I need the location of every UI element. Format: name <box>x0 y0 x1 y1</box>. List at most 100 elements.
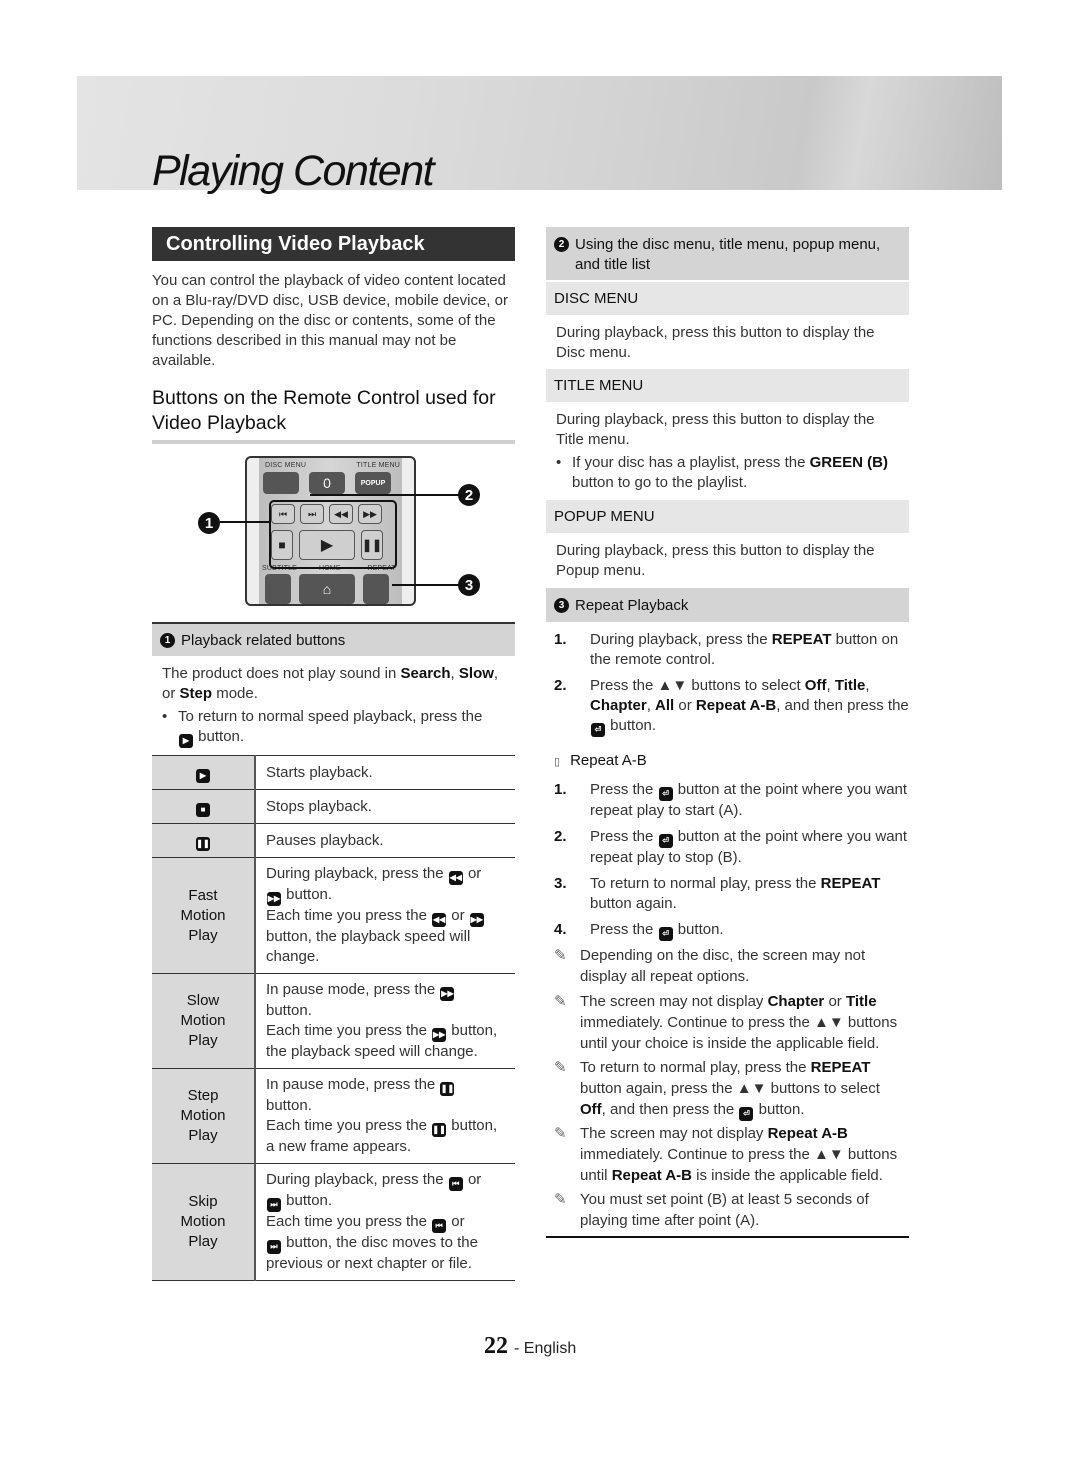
sub-heading: Buttons on the Remote Control used for V… <box>152 386 515 444</box>
skip-forward-icon: ⏭ <box>267 1240 281 1254</box>
callout-3: 3 <box>458 574 480 596</box>
page-title: Playing Content <box>152 147 435 195</box>
title-menu-heading: TITLE MENU <box>546 369 909 402</box>
playback-heading-text: Playback related buttons <box>181 631 346 649</box>
popup-menu-desc: During playback, press this button to di… <box>556 542 875 579</box>
title-menu-bullet: If your disc has a playlist, press the G… <box>548 453 903 493</box>
play-icon: ▶ <box>179 734 193 748</box>
marker-icon: ▯ <box>554 756 561 768</box>
list-item: 1. Press the ⏎ button at the point where… <box>554 781 908 819</box>
number-badge: 3 <box>554 597 569 613</box>
list-item: 4. Press the ⏎ button. <box>546 920 909 941</box>
skip-back-icon: ⏮ <box>448 1177 463 1191</box>
remote-control-illustration: DISC MENU TITLE MENU 0 POPUP ⏮ ⏭ ◀◀ ▶▶ ■… <box>190 452 490 610</box>
title-menu-label: TITLE MENU <box>356 462 400 469</box>
callout-line-2 <box>310 494 460 496</box>
skip-forward-icon: ⏭ <box>267 1198 281 1212</box>
language-label: - English <box>514 1340 577 1357</box>
home-icon: ⌂ <box>322 581 332 597</box>
callout-2: 2 <box>458 484 480 506</box>
enter-icon: ⏎ <box>658 787 673 801</box>
menu-heading: 2 Using the disc menu, title menu, popup… <box>546 227 909 280</box>
playback-group-outline <box>269 500 397 569</box>
repeat-heading: 3 Repeat Playback <box>546 588 909 622</box>
zero-button: 0 <box>309 472 345 494</box>
repeat-ab-steps: 1. Press the ⏎ button at the point where… <box>546 780 909 947</box>
table-row: ▶ Starts playback. <box>152 755 515 790</box>
number-badge: 1 <box>160 632 175 648</box>
skip-back-icon: ⏮ <box>432 1219 447 1233</box>
note-5: ✎ You must set point (B) at least 5 secon… <box>554 1191 869 1229</box>
fast-forward-icon: ▶▶ <box>440 987 455 1001</box>
repeat-button <box>363 574 389 604</box>
rewind-icon: ◀◀ <box>432 913 447 927</box>
disc-menu-desc: During playback, press this button to di… <box>556 324 875 361</box>
repeat-heading-text: Repeat Playback <box>575 596 689 614</box>
disc-menu-heading: DISC MENU <box>546 282 909 315</box>
home-button: ⌂ <box>299 574 355 604</box>
menu-heading-text: Using the disc menu, title menu, popup m… <box>575 236 881 273</box>
row-desc: During playback, press the ⏮ or ⏭ button… <box>255 1163 515 1281</box>
fast-forward-icon: ▶▶ <box>432 1028 447 1042</box>
row-label: Slow Motion Play <box>152 973 256 1069</box>
enter-icon: ⏎ <box>739 1107 754 1121</box>
page-number: 22 <box>484 1333 508 1359</box>
fast-forward-icon: ▶▶ <box>469 913 484 927</box>
pencil-icon: ✎ <box>554 1059 567 1076</box>
list-item: 1. During playback, press the REPEAT but… <box>554 631 899 668</box>
enter-icon: ⏎ <box>658 834 673 848</box>
note-4: ✎ The screen may not display Repeat A-B i… <box>554 1125 898 1184</box>
playback-heading: 1 Playback related buttons <box>152 622 515 656</box>
table-row: ❚❚ Pauses playback. <box>152 823 515 858</box>
repeat-steps: 1. During playback, press the REPEAT but… <box>546 630 909 743</box>
list-item: 3. To return to normal play, press the R… <box>554 875 881 912</box>
list-item: 2. Press the ⏎ button at the point where… <box>554 828 908 866</box>
row-label: Skip Motion Play <box>152 1163 256 1281</box>
rewind-icon: ◀◀ <box>448 871 463 885</box>
page-footer: 22 - English <box>484 1333 576 1360</box>
disc-menu-button <box>263 472 299 494</box>
playback-bullet: To return to normal speed playback, pres… <box>154 707 504 748</box>
note-2: ✎ The screen may not display Chapter or T… <box>554 993 898 1052</box>
play-icon: ▶ <box>196 769 210 783</box>
row-desc: In pause mode, press the ❚❚ button. Each… <box>255 1068 515 1164</box>
callout-line-1 <box>220 521 270 523</box>
pencil-icon: ✎ <box>554 947 567 964</box>
section-divider <box>546 1236 909 1238</box>
pause-icon: ❚❚ <box>432 1123 447 1137</box>
pencil-icon: ✎ <box>554 1125 567 1142</box>
title-menu-desc: During playback, press this button to di… <box>556 411 875 448</box>
list-item: 2. Press the ▲▼ buttons to select Off, T… <box>546 676 909 737</box>
popup-menu-heading: POPUP MENU <box>546 500 909 533</box>
disc-menu-label: DISC MENU <box>265 462 307 469</box>
row-label: Step Motion Play <box>152 1068 256 1164</box>
pencil-icon: ✎ <box>554 993 567 1010</box>
row-desc: Pauses playback. <box>255 823 515 858</box>
fast-forward-icon: ▶▶ <box>267 892 281 906</box>
enter-icon: ⏎ <box>591 723 605 737</box>
popup-button: POPUP <box>355 472 391 494</box>
row-desc: During playback, press the ◀◀ or ▶▶ butt… <box>255 857 515 974</box>
remote-body: DISC MENU TITLE MENU 0 POPUP ⏮ ⏭ ◀◀ ▶▶ ■… <box>245 456 416 606</box>
table-row: Slow Motion Play In pause mode, press the … <box>152 973 515 1069</box>
row-label: Fast Motion Play <box>152 857 256 974</box>
pause-icon: ❚❚ <box>440 1082 455 1096</box>
enter-icon: ⏎ <box>658 927 673 941</box>
row-desc: In pause mode, press the ▶▶ button. Each… <box>255 973 515 1069</box>
section-title: Controlling Video Playback <box>152 227 515 261</box>
table-row: ■ Stops playback. <box>152 789 515 824</box>
playback-note: The product does not play sound in Searc… <box>162 665 499 702</box>
callout-1: 1 <box>198 512 220 534</box>
repeat-ab-heading: ▯ Repeat A-B <box>554 752 647 769</box>
row-desc: Starts playback. <box>255 755 515 790</box>
playback-table: ▶ Starts playback. ■ Stops playback. ❚❚ … <box>152 755 515 1281</box>
table-row: Fast Motion Play During playback, press th… <box>152 857 515 974</box>
table-row: Step Motion Play In pause mode, press the … <box>152 1068 515 1164</box>
callout-line-3 <box>392 584 460 586</box>
subtitle-button <box>265 574 291 604</box>
number-badge: 2 <box>554 237 569 252</box>
stop-icon: ■ <box>196 803 210 817</box>
intro-paragraph: You can control the playback of video co… <box>152 272 508 369</box>
note-1: ✎ Depending on the disc, the screen may n… <box>554 947 866 985</box>
pencil-icon: ✎ <box>554 1191 567 1208</box>
